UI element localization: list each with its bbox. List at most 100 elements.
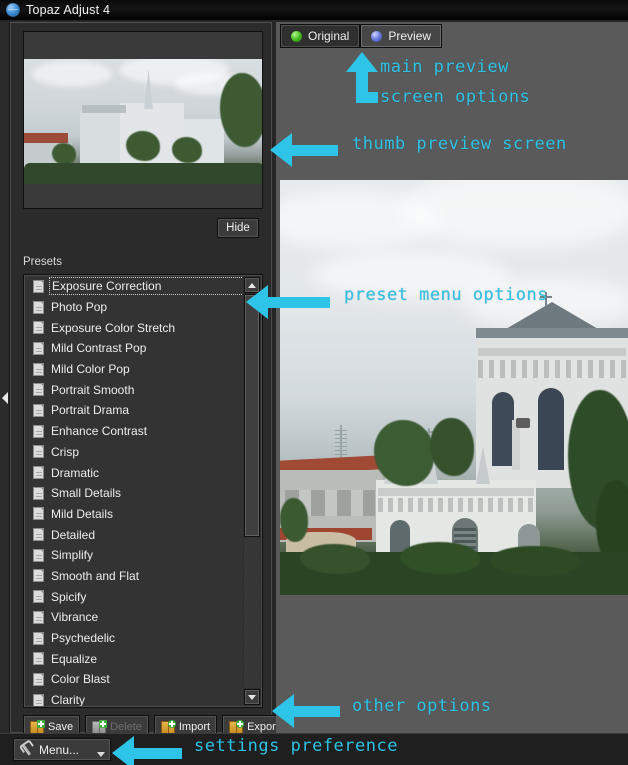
preset-item[interactable]: Portrait Smooth	[25, 379, 244, 400]
preset-item[interactable]: Color Blast	[25, 669, 244, 690]
save-box-icon	[30, 719, 45, 734]
thumbnail-preview[interactable]	[23, 31, 263, 209]
file-icon	[33, 403, 44, 417]
preset-item[interactable]: Portrait Drama	[25, 400, 244, 421]
preset-item[interactable]: Dramatic	[25, 462, 244, 483]
preset-item[interactable]: Exposure Color Stretch	[25, 317, 244, 338]
preset-item-label: Mild Contrast Pop	[51, 341, 147, 356]
import-box-icon	[160, 719, 176, 734]
preset-list[interactable]: Exposure Correction Photo Pop Exposure Col…	[23, 274, 263, 708]
file-icon	[33, 300, 44, 314]
preset-item-label: Dramatic	[51, 465, 100, 480]
tab-original-label: Original	[308, 29, 350, 43]
file-icon	[33, 528, 44, 542]
annotation-preset-menu: preset menu options	[344, 285, 548, 305]
left-rail	[0, 22, 10, 765]
delete-button-label: Delete	[110, 721, 142, 733]
preset-item[interactable]: Smooth and Flat	[25, 566, 244, 587]
menu-button-label: Menu...	[39, 742, 80, 757]
preview-tabs: Original Preview	[280, 22, 443, 48]
chevron-down-icon	[248, 694, 256, 700]
preset-item-label: Color Blast	[51, 672, 110, 687]
preset-item[interactable]: Simplify	[25, 545, 244, 566]
preset-item[interactable]: Photo Pop	[25, 297, 244, 318]
annotation-thumb-preview: thumb preview screen	[352, 134, 567, 154]
presets-label: Presets	[23, 256, 62, 268]
chevron-down-icon	[97, 752, 105, 757]
delete-box-icon	[92, 719, 108, 734]
title-bar: Topaz Adjust 4	[0, 0, 628, 20]
file-icon	[33, 445, 44, 459]
thumbnail-image	[24, 59, 262, 184]
preset-item[interactable]: Spicify	[25, 586, 244, 607]
green-status-dot-icon	[291, 30, 302, 42]
preset-list-viewport: Exposure Correction Photo Pop Exposure Col…	[25, 276, 244, 706]
file-icon	[33, 672, 44, 686]
preset-item-label: Portrait Drama	[51, 403, 130, 418]
export-box-icon	[229, 719, 245, 734]
wrench-icon	[16, 740, 35, 759]
file-icon	[33, 279, 44, 293]
preset-item-label: Portrait Smooth	[51, 382, 135, 397]
preset-item[interactable]: Detailed	[25, 524, 244, 545]
file-icon	[33, 548, 44, 562]
annotation-other-options: other options	[352, 696, 492, 716]
tab-preview[interactable]: Preview	[360, 24, 443, 48]
preset-item-label: Spicify	[51, 589, 87, 604]
globe-icon	[6, 3, 20, 17]
preset-item[interactable]: Clarity	[25, 690, 244, 706]
file-icon	[33, 590, 44, 604]
file-icon	[33, 341, 44, 355]
preset-item-label: Simplify	[51, 548, 94, 563]
preset-item[interactable]: Vibrance	[25, 607, 244, 628]
file-icon	[33, 486, 44, 500]
preset-item[interactable]: Mild Details	[25, 504, 244, 525]
application-window: Topaz Adjust 4 Hide Presets Exposure Cor…	[0, 0, 628, 765]
scrollbar-track[interactable]	[244, 294, 260, 688]
tab-original[interactable]: Original	[280, 24, 361, 48]
collapse-left-arrow-icon[interactable]	[2, 392, 8, 404]
file-icon	[33, 507, 44, 521]
file-icon	[33, 610, 44, 624]
preset-item-label: Mild Details	[51, 506, 114, 521]
file-icon	[33, 569, 44, 583]
save-button-label: Save	[48, 721, 74, 733]
left-panel: Hide Presets Exposure Correction Photo Po…	[10, 22, 286, 739]
file-icon	[33, 362, 44, 376]
preset-item-label: Enhance Contrast	[51, 424, 148, 439]
preset-item[interactable]: Small Details	[25, 483, 244, 504]
preset-item[interactable]: Enhance Contrast	[25, 421, 244, 442]
preset-item-label: Exposure Color Stretch	[51, 320, 176, 335]
preset-item[interactable]: Exposure Correction	[25, 276, 244, 297]
preset-item[interactable]: Equalize	[25, 648, 244, 669]
preset-item[interactable]: Mild Contrast Pop	[25, 338, 244, 359]
preset-item-label: Equalize	[51, 651, 98, 666]
menu-button[interactable]: Menu...	[13, 738, 111, 761]
annotation-main-preview: main preview	[380, 57, 509, 77]
preset-item-label: Vibrance	[51, 610, 99, 625]
preset-item-label: Smooth and Flat	[51, 568, 140, 583]
preset-item-label: Exposure Correction	[49, 277, 244, 296]
blue-status-dot-icon	[371, 30, 383, 42]
scroll-down-button[interactable]	[244, 689, 260, 705]
file-icon	[33, 466, 44, 480]
preset-item-label: Detailed	[51, 527, 96, 542]
preset-item-label: Psychedelic	[51, 631, 116, 646]
preset-item[interactable]: Crisp	[25, 442, 244, 463]
annotation-screen-options: screen options	[380, 87, 531, 107]
scrollbar-thumb[interactable]	[244, 294, 260, 537]
hide-button[interactable]: Hide	[217, 218, 259, 238]
import-button-label: Import	[178, 721, 211, 733]
preset-item-label: Mild Color Pop	[51, 362, 130, 377]
preset-item[interactable]: Psychedelic	[25, 628, 244, 649]
annotation-settings-preference: settings preference	[194, 736, 398, 756]
main-preview-image[interactable]	[280, 180, 628, 595]
preset-item[interactable]: Mild Color Pop	[25, 359, 244, 380]
file-icon	[33, 693, 44, 706]
window-title: Topaz Adjust 4	[26, 3, 111, 17]
file-icon	[33, 321, 44, 335]
preset-item-label: Clarity	[51, 693, 86, 706]
preset-scrollbar[interactable]	[243, 276, 261, 706]
right-panel: Original Preview	[276, 22, 628, 733]
file-icon	[33, 652, 44, 666]
